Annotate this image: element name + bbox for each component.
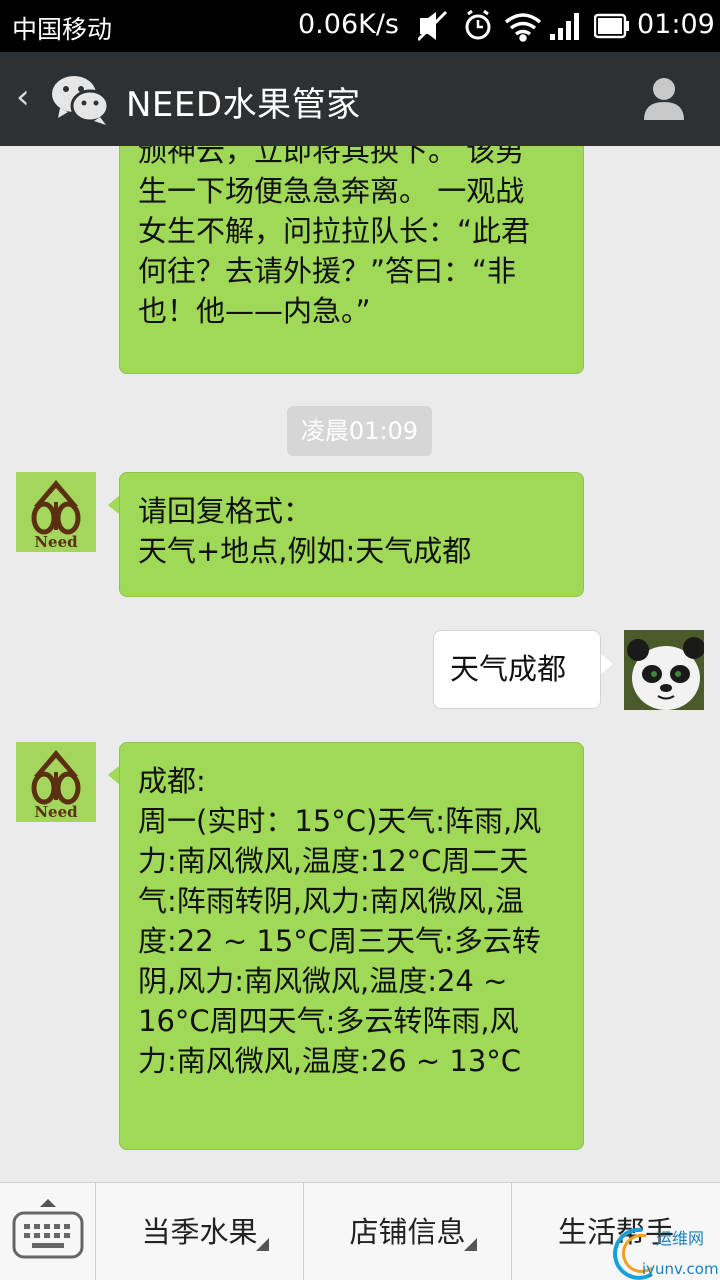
mute-icon xyxy=(418,10,448,42)
watermark-logo: 运维网 iyunv.com xyxy=(613,1227,719,1280)
clock: 01:09 xyxy=(637,9,715,40)
need-logo-icon: Need xyxy=(31,750,81,821)
chat-area[interactable]: 颁神云，立即将其换下。 该男 生一下场便急急奔离。 一观战 女生不解，问拉拉队长… xyxy=(0,146,720,1182)
alarm-icon xyxy=(465,10,491,40)
back-chevron-icon[interactable]: ‹ xyxy=(16,80,30,114)
menu-store-info[interactable]: 店铺信息 xyxy=(304,1183,512,1280)
avatar-need[interactable]: Need xyxy=(16,472,96,552)
wechat-icon xyxy=(52,76,110,125)
bubble-tail xyxy=(601,654,613,674)
keyboard-toggle-button[interactable] xyxy=(0,1183,96,1280)
message-text: 颁神云，立即将其换下。 该男 生一下场便急急奔离。 一观战 女生不解，问拉拉队长… xyxy=(138,146,531,328)
wifi-icon xyxy=(504,13,542,42)
svg-text:Need: Need xyxy=(34,533,78,551)
message-text: 天气成都 xyxy=(450,652,567,686)
message-bubble-incoming[interactable]: 颁神云，立即将其换下。 该男 生一下场便急急奔离。 一观战 女生不解，问拉拉队长… xyxy=(119,146,584,374)
profile-icon[interactable] xyxy=(642,76,686,122)
chat-header: ‹ NEED水果管家 xyxy=(0,52,720,146)
svg-text:Need: Need xyxy=(34,803,78,821)
carrier-name: 中国移动 xyxy=(12,15,113,44)
avatar-user[interactable] xyxy=(624,630,704,710)
timestamp-divider: 凌晨01:09 xyxy=(287,406,432,456)
message-bubble-incoming[interactable]: 成都: 周一(实时：15°C)天气:阵雨,风 力:南风微风,温度:12°C周二天… xyxy=(119,742,584,1150)
menu-seasonal-fruit[interactable]: 当季水果 xyxy=(96,1183,304,1280)
svg-text:运维网: 运维网 xyxy=(656,1229,704,1248)
network-speed: 0.06K/s xyxy=(298,9,399,40)
message-text: 成都: 周一(实时：15°C)天气:阵雨,风 力:南风微风,温度:12°C周二天… xyxy=(138,764,542,1078)
chat-title: NEED水果管家 xyxy=(126,85,361,125)
message-text: 请回复格式： 天气+地点,例如:天气成都 xyxy=(138,494,472,568)
status-bar: 中国移动 0.06K/s 01:09 xyxy=(0,0,720,52)
menu-label: 当季水果 xyxy=(141,1215,258,1249)
submenu-triangle-icon xyxy=(464,1238,477,1251)
panda-avatar-icon xyxy=(624,630,704,710)
need-logo-icon: Need xyxy=(31,480,81,551)
keyboard-icon xyxy=(12,1211,84,1259)
caret-up-icon xyxy=(40,1199,56,1207)
svg-text:iyunv.com: iyunv.com xyxy=(642,1260,719,1278)
signal-icon xyxy=(550,13,579,40)
menu-label: 店铺信息 xyxy=(349,1215,466,1249)
status-icons xyxy=(418,10,579,42)
battery-icon xyxy=(594,13,629,39)
submenu-triangle-icon xyxy=(256,1238,269,1251)
message-bubble-outgoing[interactable]: 天气成都 xyxy=(433,630,601,709)
avatar-need[interactable]: Need xyxy=(16,742,96,822)
message-bubble-incoming[interactable]: 请回复格式： 天气+地点,例如:天气成都 xyxy=(119,472,584,597)
